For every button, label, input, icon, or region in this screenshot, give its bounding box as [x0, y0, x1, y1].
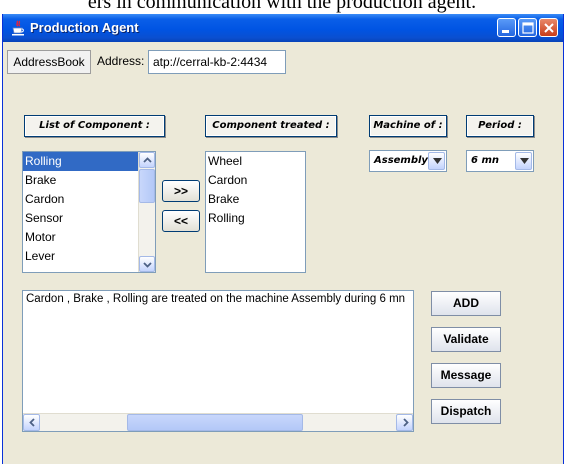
close-button[interactable]	[539, 18, 558, 37]
address-label: Address:	[97, 54, 145, 68]
period-select-value: 6 mn	[471, 155, 499, 166]
scroll-up-button[interactable]	[139, 152, 155, 168]
list-item[interactable]: Motor	[23, 228, 155, 247]
component-treated-header[interactable]: Component treated :	[205, 115, 337, 137]
validate-button[interactable]: Validate	[431, 327, 501, 352]
components-listbox[interactable]: Rolling Brake Cardon Sensor Motor Lever	[22, 151, 156, 273]
period-dropdown-button[interactable]	[515, 152, 532, 170]
treated-items: Wheel Cardon Brake Rolling	[206, 152, 305, 228]
output-textarea[interactable]: Cardon , Brake , Rolling are treated on …	[22, 290, 414, 432]
caption-text: ers in communication with the production…	[87, 0, 477, 13]
list-item[interactable]: Lever	[23, 247, 155, 266]
close-icon	[544, 23, 554, 33]
triangle-down-icon	[520, 158, 529, 164]
list-item[interactable]: Brake	[23, 171, 155, 190]
machine-select[interactable]: Assembly	[369, 150, 447, 172]
period-select[interactable]: 6 mn	[466, 150, 534, 172]
message-button[interactable]: Message	[431, 363, 501, 388]
period-header[interactable]: Period :	[466, 115, 534, 137]
list-item[interactable]: Rolling	[23, 152, 155, 171]
addressbook-button[interactable]: AddressBook	[7, 50, 91, 74]
components-items: Rolling Brake Cardon Sensor Motor Lever	[23, 152, 155, 266]
output-text: Cardon , Brake , Rolling are treated on …	[26, 293, 406, 305]
machine-dropdown-button[interactable]	[428, 152, 445, 170]
triangle-down-icon	[433, 158, 442, 164]
machine-select-value: Assembly	[374, 155, 428, 166]
list-item[interactable]: Sensor	[23, 209, 155, 228]
components-vertical-scrollbar[interactable]	[138, 152, 155, 272]
list-of-component-header[interactable]: List of Component :	[24, 115, 165, 137]
production-agent-window: Production Agent AddressBook Address: at…	[2, 14, 564, 464]
treated-listbox[interactable]: Wheel Cardon Brake Rolling	[205, 151, 306, 273]
list-item[interactable]: Cardon	[206, 171, 305, 190]
list-item[interactable]: Rolling	[206, 209, 305, 228]
scroll-thumb[interactable]	[139, 169, 155, 203]
remove-component-button[interactable]: <<	[162, 210, 200, 232]
maximize-button[interactable]	[518, 18, 537, 37]
chevron-left-icon	[29, 418, 35, 427]
add-component-button[interactable]: >>	[162, 180, 200, 202]
scroll-left-button[interactable]	[23, 414, 40, 431]
window-title: Production Agent	[30, 20, 139, 35]
maximize-icon	[522, 22, 534, 34]
title-bar[interactable]: Production Agent	[3, 14, 563, 42]
minimize-icon	[502, 30, 509, 33]
horizontal-scroll-thumb[interactable]	[127, 414, 303, 431]
output-horizontal-scrollbar[interactable]	[23, 413, 413, 431]
chevron-up-icon	[143, 157, 152, 163]
chevron-right-icon	[403, 418, 409, 427]
scroll-right-button[interactable]	[396, 414, 413, 431]
list-item[interactable]: Cardon	[23, 190, 155, 209]
dispatch-button[interactable]: Dispatch	[431, 399, 501, 424]
scroll-down-button[interactable]	[139, 256, 155, 272]
list-item[interactable]: Brake	[206, 190, 305, 209]
machine-of-header[interactable]: Machine of :	[369, 115, 447, 137]
chevron-down-icon	[143, 262, 152, 268]
address-field[interactable]: atp://cerral-kb-2:4434	[148, 50, 286, 74]
java-cup-icon	[12, 20, 24, 36]
add-button[interactable]: ADD	[431, 291, 501, 316]
list-item[interactable]: Wheel	[206, 152, 305, 171]
document-caption-fragment: ers in communication with the production…	[0, 0, 564, 14]
minimize-button[interactable]	[497, 18, 516, 37]
